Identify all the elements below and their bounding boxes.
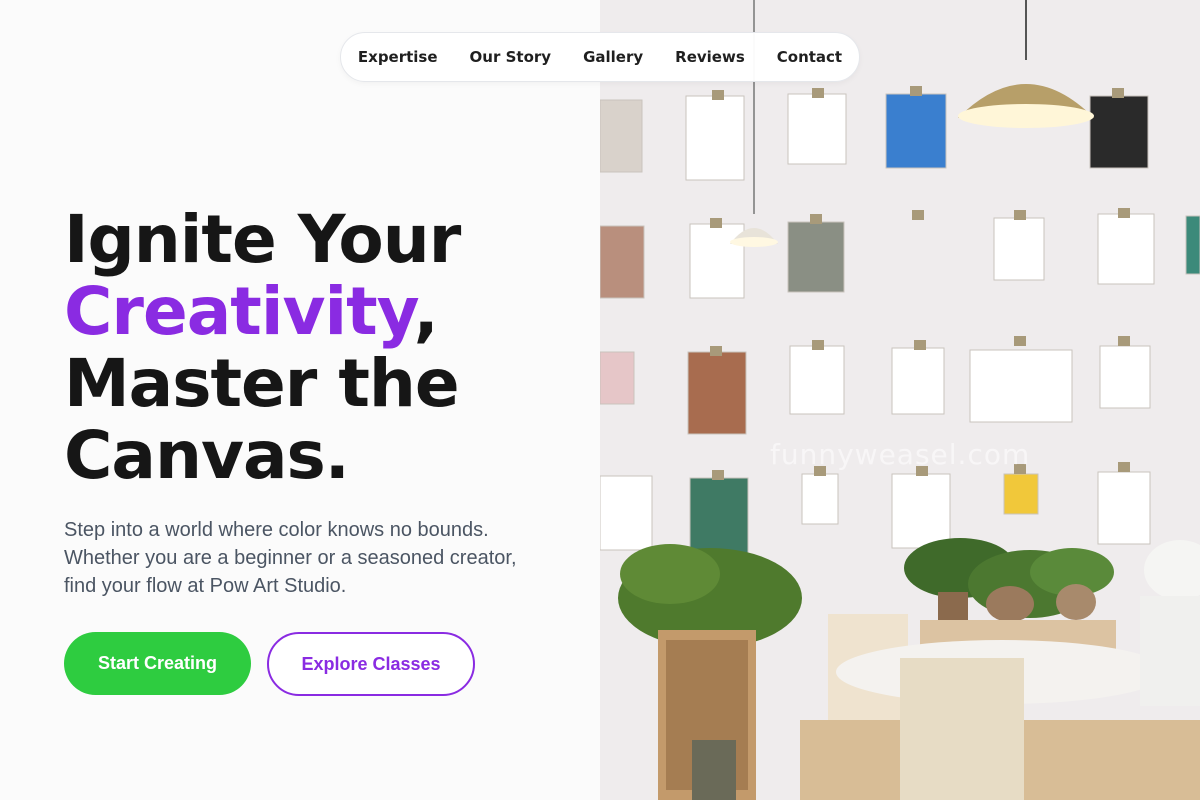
- hero-title-comma: ,: [413, 273, 439, 350]
- hero-title: Ignite Your Creativity, Master the Canva…: [64, 204, 584, 492]
- nav-item-gallery[interactable]: Gallery: [583, 48, 643, 66]
- nav-item-reviews[interactable]: Reviews: [675, 48, 745, 66]
- hero-description: Step into a world where color knows no b…: [64, 519, 517, 597]
- nav-item-our-story[interactable]: Our Story: [470, 48, 552, 66]
- watermark-text: funnyweasel.com: [770, 438, 1031, 471]
- hero-title-line-4: Canvas.: [64, 417, 350, 494]
- explore-classes-button[interactable]: Explore Classes: [267, 632, 475, 696]
- start-creating-button[interactable]: Start Creating: [64, 632, 251, 695]
- nav-item-expertise[interactable]: Expertise: [358, 48, 438, 66]
- top-nav: Expertise Our Story Gallery Reviews Cont…: [340, 32, 860, 82]
- hero-title-line-2: Creativity,: [64, 276, 584, 348]
- studio-illustration: [600, 0, 1200, 800]
- art-studio-photo: [600, 0, 1200, 800]
- hero-title-line-1: Ignite Your: [64, 201, 461, 278]
- hero-title-line-3: Master the: [64, 345, 460, 422]
- vintage-scale: [1140, 540, 1200, 706]
- hero-title-accent: Creativity: [64, 273, 415, 350]
- hero-section: Ignite Your Creativity, Master the Canva…: [0, 0, 600, 800]
- nav-item-contact[interactable]: Contact: [777, 48, 842, 66]
